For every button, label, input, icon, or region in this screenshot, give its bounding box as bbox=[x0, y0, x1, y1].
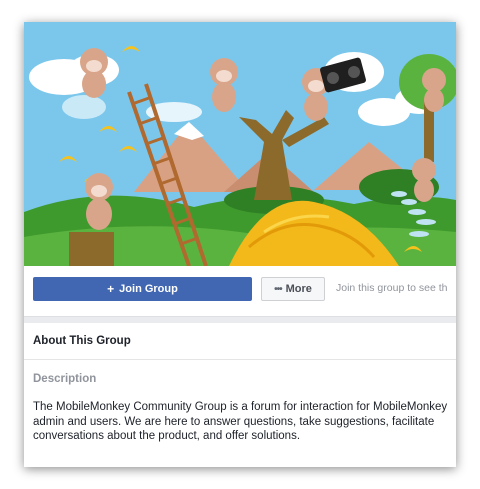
description-label: Description bbox=[33, 373, 97, 385]
join-hint-text: Join this group to see th bbox=[336, 282, 448, 294]
about-section-header: About This Group bbox=[24, 323, 456, 360]
action-bar: + Join Group ••• More Join this group to… bbox=[24, 266, 456, 317]
ellipsis-icon: ••• bbox=[274, 283, 282, 295]
join-group-button[interactable]: + Join Group bbox=[33, 277, 252, 301]
cover-photo bbox=[24, 22, 456, 266]
stump bbox=[69, 232, 114, 266]
plus-icon: + bbox=[107, 282, 115, 296]
join-group-label: Join Group bbox=[119, 283, 178, 295]
about-title: About This Group bbox=[33, 335, 131, 347]
description-text: The MobileMonkey Community Group is a fo… bbox=[33, 401, 448, 442]
group-card: + Join Group ••• More Join this group to… bbox=[24, 22, 456, 467]
more-button[interactable]: ••• More bbox=[261, 277, 325, 301]
more-label: More bbox=[285, 283, 312, 295]
